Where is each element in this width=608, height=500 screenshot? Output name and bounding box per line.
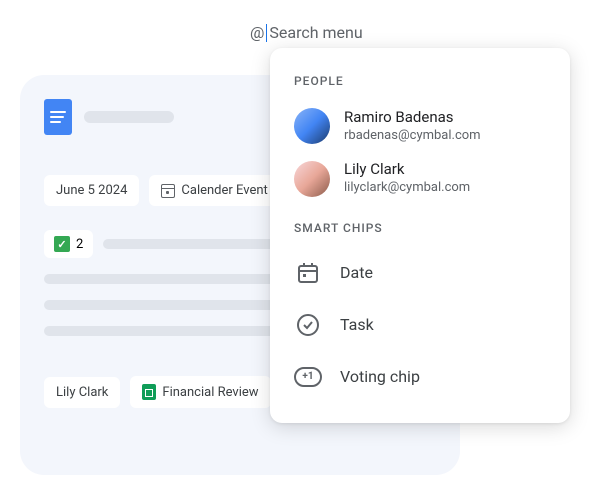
title-placeholder [84,111,174,123]
text-placeholder [44,326,299,336]
smart-chips-section-header: SMART CHIPS [270,215,570,247]
chip-item-task[interactable]: Task [270,299,570,351]
person-chip[interactable]: Lily Clark [44,377,120,408]
person-email: lilyclark@cymbal.com [344,180,470,197]
calendar-event-chip[interactable]: Calender Event [149,175,279,206]
text-cursor [266,24,267,42]
person-name: Ramiro Badenas [344,108,481,128]
search-placeholder: Search menu [269,23,362,42]
person-chip-label: Lily Clark [56,385,108,400]
vote-count: 2 [76,237,83,252]
vote-chip[interactable]: ✓ 2 [44,230,93,258]
voting-chip-icon: +1 [294,363,322,391]
search-menu-popup: PEOPLE Ramiro Badenas rbadenas@cymbal.co… [270,48,570,423]
person-email: rbadenas@cymbal.com [344,128,481,145]
task-icon [294,311,322,339]
person-info: Lily Clark lilyclark@cymbal.com [344,160,470,196]
sheets-icon [142,384,156,400]
date-icon [294,259,322,287]
plus-one-badge: +1 [294,367,322,387]
chip-item-date[interactable]: Date [270,247,570,299]
date-chip-label: June 5 2024 [56,183,127,198]
file-chip-label: Financial Review [162,385,258,400]
at-mention-search[interactable]: @ Search menu [250,23,363,42]
chip-label: Task [340,315,374,334]
file-chip[interactable]: Financial Review [130,376,270,408]
chip-item-voting[interactable]: +1 Voting chip [270,351,570,403]
person-info: Ramiro Badenas rbadenas@cymbal.com [344,108,481,144]
chip-label: Date [340,263,373,282]
avatar [294,108,330,144]
person-item-lily[interactable]: Lily Clark lilyclark@cymbal.com [270,152,570,204]
people-section-header: PEOPLE [270,68,570,100]
calendar-chip-label: Calender Event [181,183,267,198]
checkmark-icon: ✓ [54,236,70,252]
chip-label: Voting chip [340,367,420,386]
person-name: Lily Clark [344,160,470,180]
at-symbol: @ [250,23,264,42]
date-chip[interactable]: June 5 2024 [44,175,139,206]
person-item-ramiro[interactable]: Ramiro Badenas rbadenas@cymbal.com [270,100,570,152]
avatar [294,161,330,197]
google-docs-icon [44,99,72,135]
calendar-icon [161,184,175,198]
